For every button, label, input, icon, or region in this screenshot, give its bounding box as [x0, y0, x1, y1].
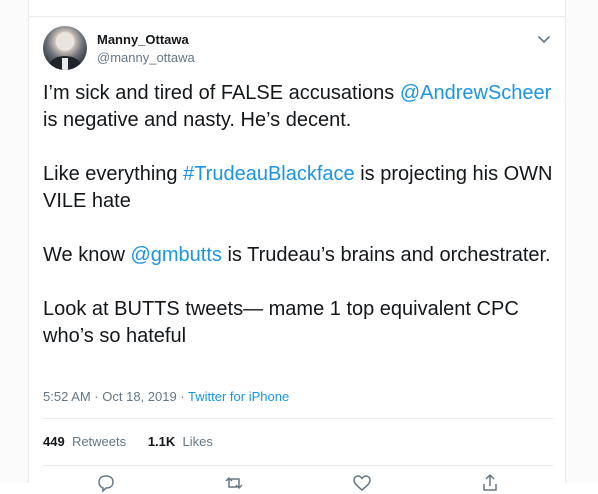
likes-label: Likes	[182, 434, 213, 449]
text-span: Like everything	[43, 163, 184, 185]
retweets-label: Retweets	[71, 434, 127, 449]
tweet-stats: 449 Retweets 1.1K Likes	[43, 434, 213, 449]
reply-icon[interactable]	[95, 472, 117, 494]
tweet-paragraph-3: We know @gmbutts is Trudeau’s brains and…	[43, 242, 555, 269]
text-span: is negative and nasty. He’s decent.	[43, 109, 352, 131]
divider	[43, 418, 553, 419]
source-app-link[interactable]: Twitter for iPhone	[188, 389, 289, 404]
tweet-card: Manny_Ottawa @manny_ottawa I’m sick and …	[28, 0, 566, 493]
tweet-text: I’m sick and tired of FALSE accusations …	[43, 80, 555, 377]
avatar[interactable]	[43, 26, 87, 70]
mention-gmbutts[interactable]: @gmbutts	[130, 244, 221, 266]
retweet-icon[interactable]	[223, 472, 245, 494]
author-name[interactable]: Manny_Ottawa	[97, 32, 189, 47]
likes-count: 1.1K	[147, 434, 176, 449]
likes-stat[interactable]: 1.1K Likes	[148, 434, 213, 449]
retweets-count: 449	[43, 434, 65, 449]
chevron-down-icon[interactable]	[535, 30, 553, 48]
share-icon[interactable]	[479, 472, 501, 494]
retweets-stat[interactable]: 449 Retweets	[43, 434, 126, 449]
timestamp[interactable]: 5:52 AM · Oct 18, 2019 ·	[43, 389, 188, 404]
background-right	[566, 0, 598, 483]
tweet-paragraph-2: Like everything #TrudeauBlackface is pro…	[43, 161, 555, 215]
tweet-paragraph-4: Look at BUTTS tweets— mame 1 top equival…	[43, 298, 519, 347]
tweet-meta: 5:52 AM · Oct 18, 2019 · Twitter for iPh…	[43, 389, 289, 404]
divider	[43, 465, 553, 466]
background-left	[0, 0, 28, 483]
text-span: is Trudeau’s brains and orchestrater.	[221, 244, 551, 266]
avatar-shirt	[62, 58, 68, 70]
text-span: I’m sick and tired of FALSE accusations	[43, 82, 400, 104]
action-bar	[29, 472, 567, 494]
like-icon[interactable]	[351, 472, 373, 494]
text-span: We know	[43, 244, 131, 266]
author-handle[interactable]: @manny_ottawa	[97, 50, 195, 65]
hashtag-trudeaublackface[interactable]: #TrudeauBlackface	[183, 163, 355, 185]
divider	[28, 16, 566, 17]
mention-andrewscheer[interactable]: @AndrewScheer	[400, 82, 551, 104]
tweet-paragraph-1: I’m sick and tired of FALSE accusations …	[43, 80, 555, 134]
